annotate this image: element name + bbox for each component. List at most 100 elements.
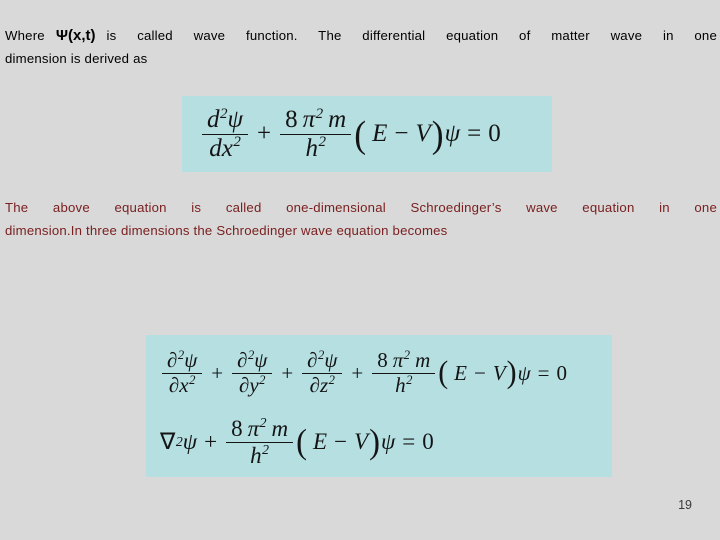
- psi-symbol: ψ: [517, 360, 531, 385]
- partial-symbol: ∂: [167, 348, 178, 373]
- exponent-2: 2: [318, 134, 326, 151]
- paren-open: (: [438, 354, 449, 391]
- exponent-2: 2: [233, 134, 241, 151]
- exponent-2: 2: [315, 105, 324, 122]
- zero-value: 0: [422, 429, 434, 454]
- fraction-d2psi-dx2: d2ψ dx2: [202, 105, 249, 162]
- fraction-denominator: h2: [245, 441, 274, 468]
- fraction-denominator: ∂z2: [305, 372, 340, 397]
- fraction-numerator: 8 π2 m: [280, 105, 352, 135]
- equation-1d-line: d2ψ dx2 + 8 π2 m h2 ( E − V ) ψ = 0: [182, 105, 552, 162]
- number-8: 8: [231, 416, 243, 442]
- zero-value: 0: [488, 120, 501, 147]
- psi-symbol: ψ: [227, 106, 244, 133]
- paren-close: ): [369, 422, 380, 461]
- intro-paragraph: Where Ψ(x,t) is called wave function. The …: [5, 24, 717, 70]
- number-8: 8: [285, 106, 298, 133]
- wave-function-symbol: Ψ(x,t): [55, 27, 96, 44]
- energy-E: E: [313, 429, 328, 454]
- equals-operator: =: [467, 120, 482, 147]
- potential-V: V: [415, 120, 431, 147]
- minus-operator: −: [394, 120, 409, 147]
- pi-symbol: π: [392, 348, 404, 373]
- plus-operator: +: [211, 360, 224, 385]
- intro-line-1-after: is called wave function. The differentia…: [106, 28, 717, 43]
- plus-operator: +: [257, 120, 272, 147]
- exponent-2: 2: [406, 372, 413, 387]
- slide-canvas: Where Ψ(x,t) is called wave function. The …: [0, 0, 720, 540]
- psi-symbol: ψ: [444, 120, 461, 147]
- pi-symbol: π: [247, 416, 260, 442]
- middle-paragraph: The above equation is called one-dimensi…: [5, 196, 717, 242]
- dx-symbol: dx: [209, 134, 233, 162]
- equation-box-one-dimensional: d2ψ dx2 + 8 π2 m h2 ( E − V ) ψ = 0: [182, 96, 552, 172]
- exponent-2: 2: [220, 105, 228, 122]
- fraction-denominator: h2: [300, 135, 331, 162]
- fraction-denominator: h2: [390, 372, 417, 397]
- variable-y: y: [249, 372, 259, 397]
- psi-symbol: ψ: [324, 348, 338, 373]
- energy-E: E: [372, 120, 388, 147]
- fraction-numerator: 8 π2 m: [372, 348, 436, 374]
- psi-symbol: ψ: [254, 348, 268, 373]
- partial-symbol: ∂: [237, 348, 248, 373]
- h-symbol: h: [305, 134, 318, 162]
- equation-box-three-dimensional: ∂2ψ ∂x2 + ∂2ψ ∂y2 + ∂2ψ ∂z2 + 8 π2 m h2 ( …: [146, 335, 612, 477]
- middle-line-1: The above equation is called one-dimensi…: [5, 200, 717, 215]
- fraction-denominator: ∂y2: [234, 372, 271, 397]
- fraction-numerator: ∂2ψ: [302, 348, 343, 374]
- potential-V: V: [354, 429, 369, 454]
- exponent-2: 2: [259, 372, 266, 387]
- variable-x: x: [179, 372, 189, 397]
- number-8: 8: [377, 348, 388, 373]
- plus-operator: +: [204, 429, 218, 454]
- h-symbol: h: [395, 372, 406, 397]
- minus-operator: −: [474, 360, 486, 385]
- exponent-2: 2: [403, 348, 411, 363]
- fraction-partial-y: ∂2ψ ∂y2: [232, 348, 273, 397]
- partial-symbol: ∂: [307, 348, 318, 373]
- equation-3d-line-laplacian: ∇ 2 ψ + 8 π2 m h2 ( E − V ) ψ = 0: [160, 415, 434, 468]
- fraction-numerator: ∂2ψ: [162, 348, 203, 374]
- fraction-numerator: ∂2ψ: [232, 348, 273, 374]
- m-symbol: m: [271, 416, 289, 442]
- exponent-2: 2: [262, 441, 270, 457]
- partial-symbol: ∂: [309, 372, 320, 397]
- potential-V: V: [492, 360, 506, 385]
- paren-open: (: [296, 422, 308, 461]
- m-symbol: m: [415, 348, 431, 373]
- fraction-partial-z: ∂2ψ ∂z2: [302, 348, 343, 397]
- equation-3d-line-expanded: ∂2ψ ∂x2 + ∂2ψ ∂y2 + ∂2ψ ∂z2 + 8 π2 m h2 ( …: [146, 337, 612, 409]
- fraction-8pi2m-h2: 8 π2 m h2: [372, 348, 436, 397]
- m-symbol: m: [328, 106, 347, 133]
- nabla-symbol: ∇: [160, 429, 176, 454]
- fraction-8pi2m-h2: 8 π2 m h2: [226, 415, 294, 468]
- paren-close: ): [431, 112, 444, 156]
- exponent-2: 2: [328, 372, 335, 387]
- middle-line-2: dimension.In three dimensions the Schroe…: [5, 223, 448, 238]
- plus-operator: +: [281, 360, 294, 385]
- fraction-8pi2m-h2: 8 π2 m h2: [280, 105, 352, 162]
- equals-operator: =: [402, 429, 416, 454]
- fraction-denominator: dx2: [204, 135, 246, 162]
- fraction-partial-x: ∂2ψ ∂x2: [162, 348, 203, 397]
- psi-symbol: ψ: [184, 348, 198, 373]
- d-symbol: d: [207, 106, 220, 133]
- energy-E: E: [454, 360, 467, 385]
- paren-open: (: [354, 112, 367, 156]
- partial-symbol: ∂: [168, 372, 180, 397]
- partial-symbol: ∂: [238, 372, 250, 397]
- intro-line-2: dimension is derived as: [5, 51, 148, 66]
- exponent-2: 2: [259, 415, 267, 431]
- psi-symbol: ψ: [381, 429, 396, 454]
- fraction-numerator: 8 π2 m: [226, 415, 294, 443]
- psi-symbol: ψ: [182, 429, 198, 454]
- variable-z: z: [319, 372, 329, 397]
- fraction-numerator: d2ψ: [202, 105, 249, 135]
- fraction-denominator: ∂x2: [164, 372, 201, 397]
- h-symbol: h: [250, 442, 262, 468]
- zero-value: 0: [556, 360, 568, 385]
- intro-line-1: Where Ψ(x,t) is called wave function. The …: [5, 24, 717, 47]
- exponent-2: 2: [189, 372, 196, 387]
- intro-line-1-before: Where: [5, 28, 45, 43]
